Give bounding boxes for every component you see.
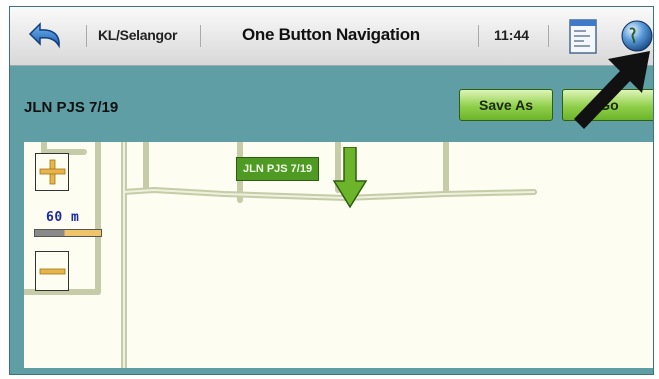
back-arrow-icon [28, 22, 60, 49]
top-bar: KL/Selangor One Button Navigation 11:44 [10, 7, 653, 66]
separator [478, 25, 479, 47]
separator [548, 25, 549, 47]
region-label[interactable]: KL/Selangor [98, 27, 177, 43]
current-address: JLN PJS 7/19 [24, 99, 119, 116]
zoom-out-button[interactable] [35, 251, 69, 291]
app-title: One Button Navigation [242, 25, 420, 44]
back-button[interactable] [24, 20, 64, 52]
street-label: JLN PJS 7/19 [236, 157, 320, 181]
plus-icon [39, 159, 66, 185]
save-as-button[interactable]: Save As [459, 89, 553, 121]
zoom-in-button[interactable] [35, 153, 69, 191]
clock: 11:44 [494, 27, 530, 43]
map-scale-bar [34, 229, 102, 237]
map-scale-text: 60 m [46, 210, 80, 225]
minus-icon [39, 268, 66, 275]
separator [200, 25, 201, 47]
pointer-arrow-icon [574, 51, 650, 129]
separator [86, 25, 87, 47]
app-frame: KL/Selangor One Button Navigation 11:44 [9, 6, 654, 375]
down-arrow-pin-icon [332, 147, 368, 209]
